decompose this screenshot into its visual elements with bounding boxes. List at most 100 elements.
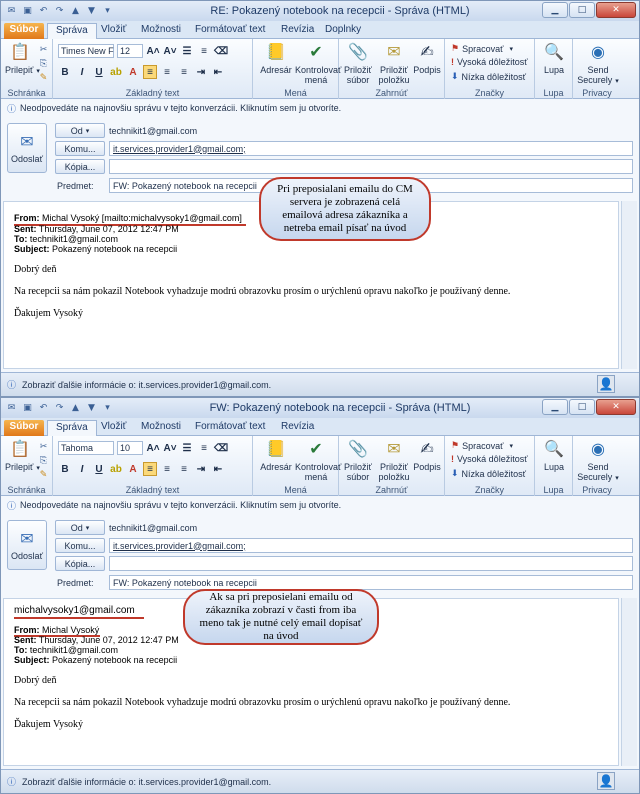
minimize-button[interactable]: ▁ bbox=[542, 399, 568, 415]
cc-field[interactable] bbox=[109, 159, 633, 174]
subject-field[interactable]: FW: Pokazený notebook na recepcii bbox=[109, 575, 633, 590]
align-right-icon[interactable]: ≡ bbox=[177, 462, 191, 476]
italic-button[interactable]: I bbox=[75, 462, 89, 476]
zoom-button[interactable]: 🔍 Lupa bbox=[535, 438, 573, 473]
font-size-select[interactable]: 10 bbox=[117, 441, 143, 455]
tab-insert[interactable]: Vložiť bbox=[93, 23, 134, 39]
to-field[interactable]: it.services.provider1@gmail.com; bbox=[109, 141, 633, 156]
outdent-icon[interactable]: ⇤ bbox=[211, 65, 225, 79]
up-arrow-icon[interactable]: ▲ bbox=[69, 401, 82, 414]
redo-icon[interactable]: ↷ bbox=[53, 401, 66, 414]
attach-item-button[interactable]: ✉ Priložiť položku bbox=[375, 41, 413, 86]
signature-button[interactable]: ✍ Podpis bbox=[411, 438, 443, 473]
body-scrollbar[interactable] bbox=[621, 201, 637, 369]
up-arrow-icon[interactable]: ▲ bbox=[69, 4, 82, 17]
tab-options[interactable]: Možnosti bbox=[133, 420, 189, 436]
undo-icon[interactable]: ↶ bbox=[37, 4, 50, 17]
cut-icon[interactable]: ✂ bbox=[37, 43, 50, 56]
format-painter-icon[interactable]: ✎ bbox=[37, 468, 50, 481]
send-button[interactable]: ✉ Odoslať bbox=[7, 123, 47, 173]
highlight-icon[interactable]: ab bbox=[109, 462, 123, 476]
info-bar[interactable]: ⓘ Neodpovedáte na najnovšiu správu v tej… bbox=[1, 497, 639, 513]
clear-format-icon[interactable]: ⌫ bbox=[214, 441, 228, 455]
follow-up-button[interactable]: ⚑ Spracovať ▾ bbox=[451, 440, 513, 451]
tab-format-text[interactable]: Formátovať text bbox=[187, 420, 273, 436]
font-size-select[interactable]: 12 bbox=[117, 44, 143, 58]
follow-up-button[interactable]: ⚑ Spracovať ▾ bbox=[451, 43, 513, 54]
address-book-button[interactable]: 📒 Adresár bbox=[257, 438, 295, 473]
people-pane-avatar[interactable]: 👤 bbox=[597, 772, 615, 790]
send-button[interactable]: ✉ Odoslať bbox=[7, 520, 47, 570]
high-importance-button[interactable]: ! Vysoká dôležitosť bbox=[451, 57, 528, 67]
bold-button[interactable]: B bbox=[58, 65, 72, 79]
underline-button[interactable]: U bbox=[92, 65, 106, 79]
tab-file[interactable]: Súbor bbox=[4, 420, 44, 436]
grow-font-icon[interactable]: A˄ bbox=[146, 441, 160, 455]
down-arrow-icon[interactable]: ▼ bbox=[85, 401, 98, 414]
cc-button[interactable]: Kópia... bbox=[55, 159, 105, 174]
high-importance-button[interactable]: ! Vysoká dôležitosť bbox=[451, 454, 528, 464]
close-button[interactable]: ✕ bbox=[596, 2, 636, 18]
tab-file[interactable]: Súbor bbox=[4, 23, 44, 39]
tab-message[interactable]: Správa bbox=[47, 23, 97, 39]
tab-review[interactable]: Revízia bbox=[273, 23, 322, 39]
font-color-icon[interactable]: A bbox=[126, 462, 140, 476]
from-button[interactable]: Od ▾ bbox=[55, 520, 105, 535]
address-book-button[interactable]: 📒 Adresár bbox=[257, 41, 295, 76]
info-bar[interactable]: ⓘ Neodpovedáte na najnovšiu správu v tej… bbox=[1, 100, 639, 116]
low-importance-button[interactable]: ⬇ Nízka dôležitosť bbox=[451, 71, 526, 82]
tab-options[interactable]: Možnosti bbox=[133, 23, 189, 39]
from-button[interactable]: Od ▾ bbox=[55, 123, 105, 138]
numbering-icon[interactable]: ≡ bbox=[197, 441, 211, 455]
shrink-font-icon[interactable]: A˅ bbox=[163, 441, 177, 455]
grow-font-icon[interactable]: A˄ bbox=[146, 44, 160, 58]
tab-message[interactable]: Správa bbox=[47, 420, 97, 436]
align-left-icon[interactable]: ≡ bbox=[143, 462, 157, 476]
save-icon[interactable]: ▣ bbox=[21, 4, 34, 17]
outdent-icon[interactable]: ⇤ bbox=[211, 462, 225, 476]
align-right-icon[interactable]: ≡ bbox=[177, 65, 191, 79]
send-securely-button[interactable]: ◉ Send Securely ▾ bbox=[577, 438, 619, 484]
cc-field[interactable] bbox=[109, 556, 633, 571]
maximize-button[interactable]: □ bbox=[569, 399, 595, 415]
customize-icon[interactable]: ▾ bbox=[101, 4, 114, 17]
clear-format-icon[interactable]: ⌫ bbox=[214, 44, 228, 58]
attach-file-button[interactable]: 📎 Priložiť súbor bbox=[339, 41, 377, 86]
bullets-icon[interactable]: ☰ bbox=[180, 44, 194, 58]
send-securely-button[interactable]: ◉ Send Securely ▾ bbox=[577, 41, 619, 87]
people-pane-avatar[interactable]: 👤 bbox=[597, 375, 615, 393]
maximize-button[interactable]: □ bbox=[569, 2, 595, 18]
to-button[interactable]: Komu... bbox=[55, 538, 105, 553]
copy-icon[interactable]: ⎘ bbox=[37, 57, 50, 70]
font-color-icon[interactable]: A bbox=[126, 65, 140, 79]
paste-button[interactable]: 📋 Prilepiť ▾ bbox=[5, 41, 40, 77]
align-center-icon[interactable]: ≡ bbox=[160, 65, 174, 79]
tab-addins[interactable]: Doplnky bbox=[317, 23, 369, 39]
italic-button[interactable]: I bbox=[75, 65, 89, 79]
redo-icon[interactable]: ↷ bbox=[53, 4, 66, 17]
to-button[interactable]: Komu... bbox=[55, 141, 105, 156]
bullets-icon[interactable]: ☰ bbox=[180, 441, 194, 455]
down-arrow-icon[interactable]: ▼ bbox=[85, 4, 98, 17]
undo-icon[interactable]: ↶ bbox=[37, 401, 50, 414]
numbering-icon[interactable]: ≡ bbox=[197, 44, 211, 58]
align-center-icon[interactable]: ≡ bbox=[160, 462, 174, 476]
highlight-icon[interactable]: ab bbox=[109, 65, 123, 79]
check-names-button[interactable]: ✔ Kontrolovať mená bbox=[295, 41, 341, 86]
check-names-button[interactable]: ✔ Kontrolovať mená bbox=[295, 438, 341, 483]
body-scrollbar[interactable] bbox=[621, 598, 637, 766]
cut-icon[interactable]: ✂ bbox=[37, 440, 50, 453]
customize-icon[interactable]: ▾ bbox=[101, 401, 114, 414]
underline-button[interactable]: U bbox=[92, 462, 106, 476]
attach-item-button[interactable]: ✉ Priložiť položku bbox=[375, 438, 413, 483]
tab-format-text[interactable]: Formátovať text bbox=[187, 23, 273, 39]
tab-review[interactable]: Revízia bbox=[273, 420, 322, 436]
bold-button[interactable]: B bbox=[58, 462, 72, 476]
zoom-button[interactable]: 🔍 Lupa bbox=[535, 41, 573, 76]
cc-button[interactable]: Kópia... bbox=[55, 556, 105, 571]
attach-file-button[interactable]: 📎 Priložiť súbor bbox=[339, 438, 377, 483]
font-name-select[interactable]: Tahoma bbox=[58, 441, 114, 455]
format-painter-icon[interactable]: ✎ bbox=[37, 71, 50, 84]
indent-icon[interactable]: ⇥ bbox=[194, 462, 208, 476]
font-name-select[interactable]: Times New F bbox=[58, 44, 114, 58]
